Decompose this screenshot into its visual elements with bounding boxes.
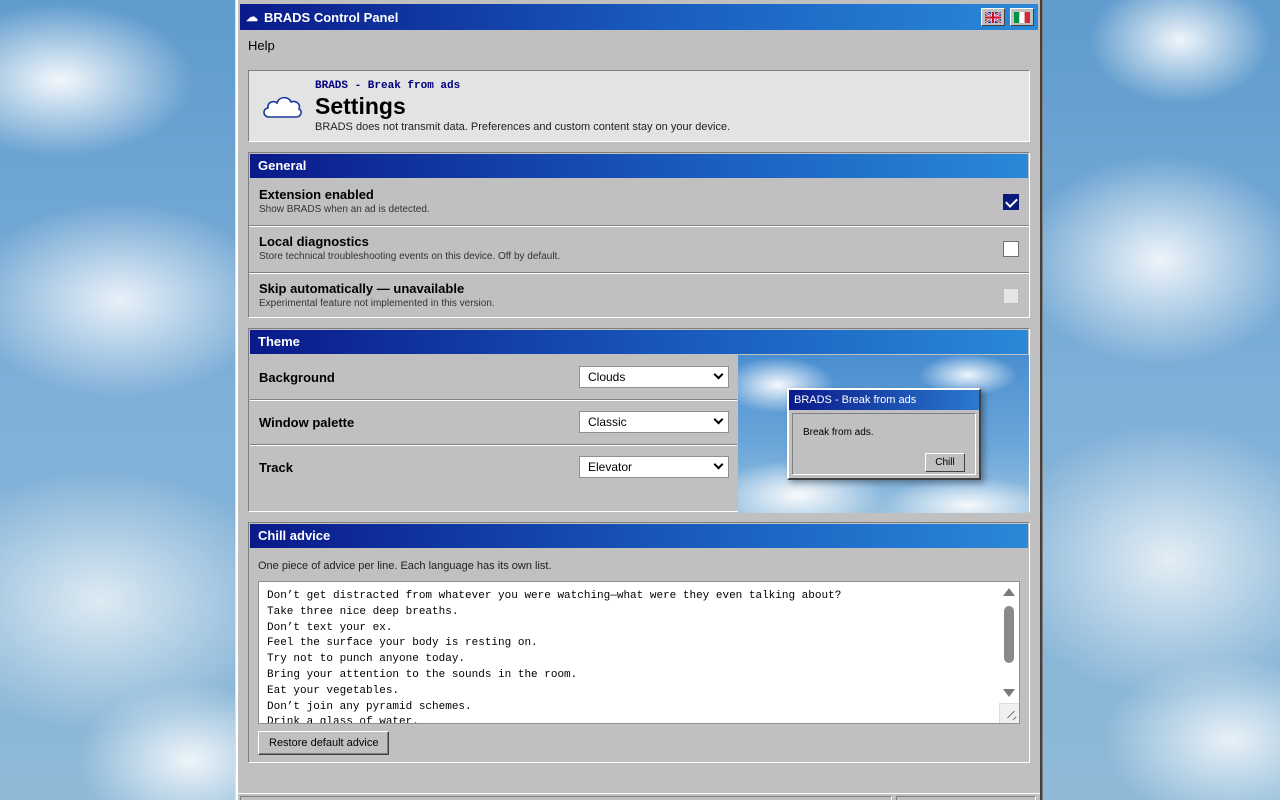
setting-skip-automatically: Skip automatically — unavailable Experim…: [249, 273, 1029, 320]
menu-help[interactable]: Help: [248, 38, 275, 53]
status-segment: [240, 796, 892, 800]
general-panel: General Extension enabled Show BRADS whe…: [248, 152, 1030, 318]
preview-dialog-title: BRADS - Break from ads: [789, 390, 979, 410]
status-segment: [896, 796, 1036, 800]
advice-line: Don’t text your ex.: [267, 621, 393, 634]
select-value: Classic: [588, 415, 627, 429]
preview-dialog: BRADS - Break from ads Break from ads. C…: [787, 388, 981, 480]
theme-row-track: Track Elevator: [250, 445, 737, 490]
theme-label: Track: [259, 460, 293, 475]
preview-chill-button: Chill: [925, 453, 965, 472]
advice-textarea[interactable]: Don’t get distracted from whatever you w…: [258, 581, 1020, 724]
scroll-down-icon[interactable]: [1003, 689, 1015, 697]
general-title: General: [250, 154, 1028, 178]
track-select[interactable]: Elevator: [579, 456, 729, 478]
setting-label: Skip automatically — unavailable: [259, 281, 465, 296]
advice-line: Bring your attention to the sounds in th…: [267, 668, 578, 681]
cloud-logo-icon: [263, 96, 302, 118]
page-title: Settings: [315, 93, 406, 119]
select-value: Elevator: [588, 460, 633, 474]
textarea-scrollbar[interactable]: [999, 582, 1019, 702]
theme-row-palette: Window palette Classic: [250, 400, 737, 445]
select-value: Clouds: [588, 370, 626, 384]
theme-preview: BRADS - Break from ads Break from ads. C…: [738, 355, 1029, 513]
advice-line: Don’t join any pyramid schemes.: [267, 700, 472, 713]
background-select[interactable]: Clouds: [579, 366, 729, 388]
theme-panel: Theme Background Clouds Window palette C…: [248, 328, 1030, 513]
local-diagnostics-checkbox[interactable]: [1003, 241, 1019, 257]
control-panel-window: ☁ BRADS Control Panel Help BRADS - Break…: [236, 0, 1042, 800]
advice-line: Drink a glass of water.: [267, 716, 419, 724]
advice-line: Feel the surface your body is resting on…: [267, 637, 538, 650]
brand-line: BRADS - Break from ads: [315, 80, 461, 92]
title-bar[interactable]: ☁ BRADS Control Panel: [240, 4, 1038, 30]
setting-description: Experimental feature not implemented in …: [259, 298, 495, 309]
italy-flag-icon[interactable]: [1010, 8, 1034, 26]
advice-line: Try not to punch anyone today.: [267, 653, 466, 666]
theme-row-background: Background Clouds: [250, 355, 737, 400]
advice-line: Eat your vegetables.: [267, 684, 400, 697]
setting-local-diagnostics: Local diagnostics Store technical troubl…: [249, 226, 1029, 273]
scroll-up-icon[interactable]: [1003, 588, 1015, 596]
preview-dialog-message: Break from ads.: [803, 427, 874, 438]
theme-label: Window palette: [259, 415, 355, 430]
advice-line: Take three nice deep breaths.: [267, 605, 459, 618]
advice-lines: Don’t get distracted from whatever you w…: [267, 589, 842, 724]
chevron-down-icon: [713, 369, 724, 380]
advice-line: Don’t get distracted from whatever you w…: [267, 590, 842, 602]
setting-label: Local diagnostics: [259, 234, 369, 249]
window-title: BRADS Control Panel: [264, 9, 399, 25]
skip-automatically-checkbox: [1003, 288, 1019, 304]
setting-description: Store technical troubleshooting events o…: [259, 251, 561, 262]
extension-enabled-checkbox[interactable]: [1003, 194, 1019, 210]
window-palette-select[interactable]: Classic: [579, 411, 729, 433]
chevron-down-icon: [713, 414, 724, 425]
status-strip: [238, 793, 1040, 800]
setting-description: Show BRADS when an ad is detected.: [259, 204, 430, 215]
theme-label: Background: [259, 370, 335, 385]
chevron-down-icon: [713, 459, 724, 470]
scroll-thumb[interactable]: [1004, 606, 1014, 663]
theme-title: Theme: [250, 330, 1028, 354]
cloud-icon: ☁: [246, 10, 258, 24]
settings-header: BRADS - Break from ads Settings BRADS do…: [248, 70, 1030, 142]
uk-flag-icon[interactable]: [981, 8, 1005, 26]
privacy-note: BRADS does not transmit data. Preference…: [315, 121, 731, 133]
resize-grip-icon[interactable]: [999, 703, 1019, 723]
setting-label: Extension enabled: [259, 187, 374, 202]
advice-help-text: One piece of advice per line. Each langu…: [258, 560, 552, 572]
restore-default-advice-button[interactable]: Restore default advice: [258, 731, 390, 755]
setting-extension-enabled: Extension enabled Show BRADS when an ad …: [249, 179, 1029, 226]
advice-panel: Chill advice One piece of advice per lin…: [248, 522, 1030, 763]
advice-title: Chill advice: [250, 524, 1028, 548]
